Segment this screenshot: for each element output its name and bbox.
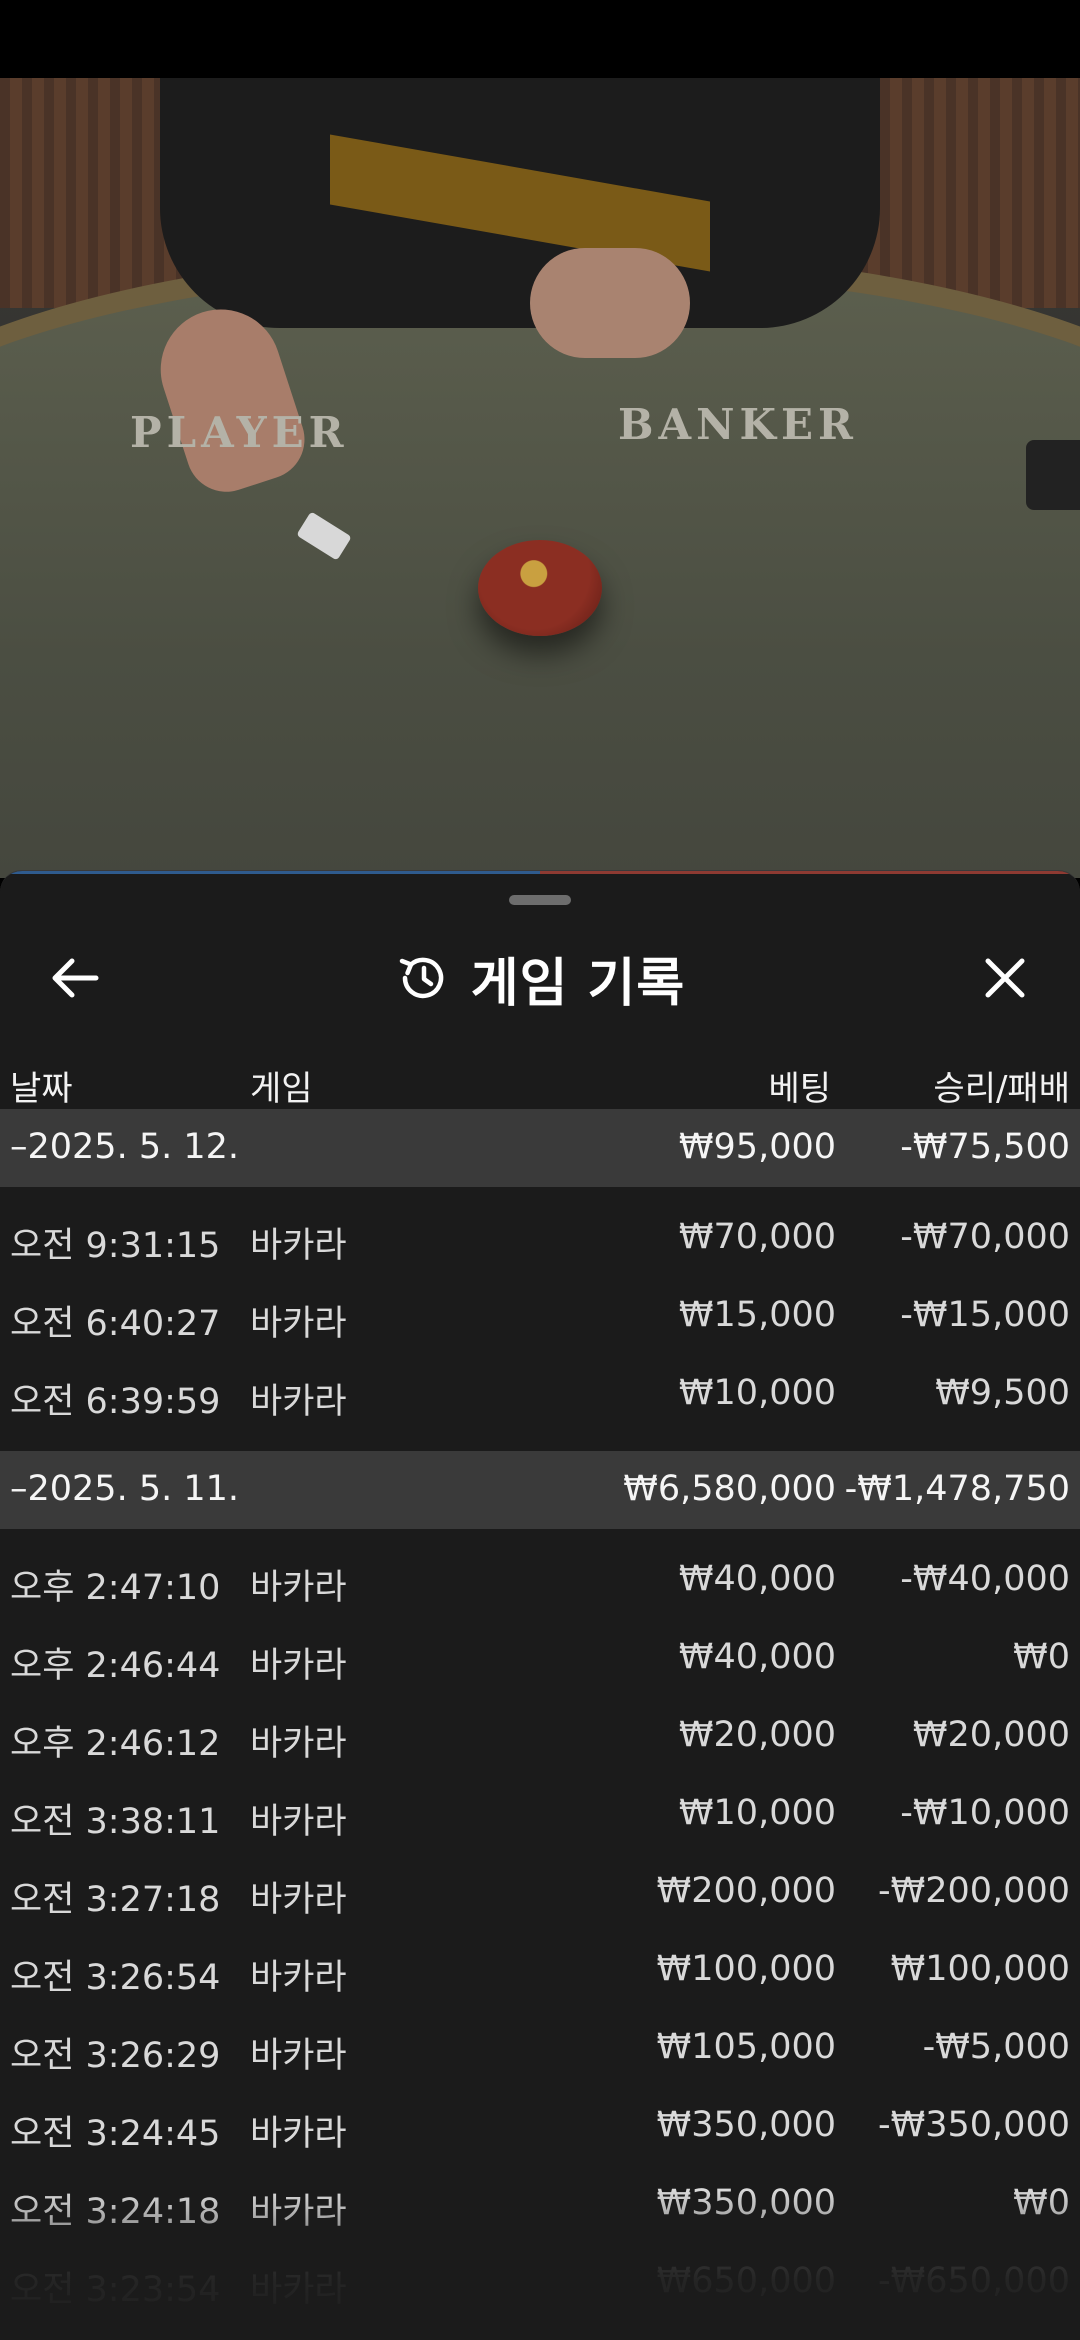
row-game: 바카라 <box>250 1226 347 1266</box>
row-result: -₩15,000 <box>900 1295 1070 1335</box>
row-bet: ₩105,000 <box>656 2027 836 2067</box>
column-header-date: 날짜 <box>10 1069 73 1109</box>
row-game: 바카라 <box>250 2114 347 2154</box>
row-bet: ₩350,000 <box>656 2105 836 2145</box>
row-game: 바카라 <box>250 1802 347 1842</box>
group-date: –2025. 5. 11. <box>10 1469 240 1509</box>
row-game: 바카라 <box>250 1646 347 1686</box>
row-time: 오후 2:46:12 <box>10 1724 221 1764</box>
table-bell <box>478 540 602 636</box>
group-total-bet: ₩6,580,000 <box>623 1469 836 1509</box>
column-header-bet: 베팅 <box>768 1069 831 1109</box>
row-game: 바카라 <box>250 1568 347 1608</box>
history-row[interactable]: 오전 3:24:45 바카라 ₩350,000 -₩350,000 <box>0 2085 1080 2163</box>
history-list[interactable]: –2025. 5. 12. ₩95,000 -₩75,500 오전 9:31:1… <box>0 1109 1080 2319</box>
date-group-header[interactable]: –2025. 5. 12. ₩95,000 -₩75,500 <box>0 1109 1080 1187</box>
close-button[interactable] <box>962 935 1048 1021</box>
game-history-panel: 게임 기록 날짜 게임 베팅 승리/패배 –2025. 5. 12. ₩95,0… <box>0 870 1080 2340</box>
row-game: 바카라 <box>250 1958 347 1998</box>
panel-header: 게임 기록 <box>0 923 1080 1033</box>
history-row[interactable]: 오전 3:38:11 바카라 ₩10,000 -₩10,000 <box>0 1773 1080 1851</box>
column-header-win-loss: 승리/패배 <box>933 1069 1070 1109</box>
dealer-hand-right <box>530 248 690 358</box>
row-time: 오전 3:26:54 <box>10 1958 221 1998</box>
row-bet: ₩350,000 <box>656 2183 836 2223</box>
row-bet: ₩100,000 <box>656 1949 836 1989</box>
row-bet: ₩10,000 <box>678 1793 836 1833</box>
group-total-result: -₩75,500 <box>900 1127 1070 1167</box>
row-result: -₩10,000 <box>900 1793 1070 1833</box>
row-time: 오전 6:40:27 <box>10 1304 221 1344</box>
row-result: -₩70,000 <box>900 1217 1070 1257</box>
row-result: ₩9,500 <box>935 1373 1070 1413</box>
row-bet: ₩20,000 <box>678 1715 836 1755</box>
history-row[interactable]: 오전 6:39:59 바카라 ₩10,000 ₩9,500 <box>0 1353 1080 1431</box>
row-result: -₩40,000 <box>900 1559 1070 1599</box>
row-result: ₩20,000 <box>912 1715 1070 1755</box>
history-row[interactable]: 오전 3:24:18 바카라 ₩350,000 ₩0 <box>0 2163 1080 2241</box>
row-time: 오전 3:27:18 <box>10 1880 221 1920</box>
row-time: 오전 3:26:29 <box>10 2036 221 2076</box>
row-bet: ₩40,000 <box>678 1559 836 1599</box>
panel-accent-left <box>0 871 540 874</box>
history-row[interactable]: 오전 9:31:15 바카라 ₩70,000 -₩70,000 <box>0 1197 1080 1275</box>
row-bet: ₩10,000 <box>678 1373 836 1413</box>
live-video-feed: PLAYER BANKER <box>0 78 1080 878</box>
row-result: -₩650,000 <box>878 2261 1070 2301</box>
panel-accent-right <box>540 871 1080 874</box>
row-bet: ₩15,000 <box>678 1295 836 1335</box>
row-time: 오전 3:24:45 <box>10 2114 221 2154</box>
banker-area-label: BANKER <box>618 400 858 449</box>
row-time: 오전 3:23:54 <box>10 2270 221 2310</box>
history-row[interactable]: 오전 3:23:54 바카라 ₩650,000 -₩650,000 <box>0 2241 1080 2319</box>
row-bet: ₩650,000 <box>656 2261 836 2301</box>
group-date: –2025. 5. 12. <box>10 1127 240 1167</box>
row-game: 바카라 <box>250 2270 347 2310</box>
row-result: ₩0 <box>1013 2183 1070 2223</box>
history-row[interactable]: 오후 2:46:44 바카라 ₩40,000 ₩0 <box>0 1617 1080 1695</box>
row-bet: ₩40,000 <box>678 1637 836 1677</box>
row-time: 오후 2:46:44 <box>10 1646 221 1686</box>
row-result: -₩5,000 <box>922 2027 1070 2067</box>
panel-title: 게임 기록 <box>470 953 686 1014</box>
date-group-header[interactable]: –2025. 5. 11. ₩6,580,000 -₩1,478,750 <box>0 1451 1080 1529</box>
row-time: 오전 3:24:18 <box>10 2192 221 2232</box>
drag-handle[interactable] <box>509 895 571 905</box>
row-result: ₩100,000 <box>890 1949 1070 1989</box>
history-row[interactable]: 오전 3:26:54 바카라 ₩100,000 ₩100,000 <box>0 1929 1080 2007</box>
panel-title-group: 게임 기록 <box>0 923 1080 1033</box>
row-time: 오전 3:38:11 <box>10 1802 221 1842</box>
history-icon <box>399 957 444 999</box>
group-total-bet: ₩95,000 <box>678 1127 836 1167</box>
row-bet: ₩200,000 <box>656 1871 836 1911</box>
row-result: -₩200,000 <box>878 1871 1070 1911</box>
close-icon <box>985 958 1025 998</box>
row-time: 오후 2:47:10 <box>10 1568 221 1608</box>
column-header-game: 게임 <box>250 1069 313 1109</box>
status-bar <box>0 0 1080 78</box>
row-time: 오전 6:39:59 <box>10 1382 221 1422</box>
row-game: 바카라 <box>250 2192 347 2232</box>
row-game: 바카라 <box>250 1304 347 1344</box>
row-bet: ₩70,000 <box>678 1217 836 1257</box>
row-time: 오전 9:31:15 <box>10 1226 221 1266</box>
row-result: ₩0 <box>1013 1637 1070 1677</box>
row-game: 바카라 <box>250 1724 347 1764</box>
history-row[interactable]: 오후 2:47:10 바카라 ₩40,000 -₩40,000 <box>0 1539 1080 1617</box>
card-shoe <box>1026 440 1080 510</box>
history-row[interactable]: 오전 3:27:18 바카라 ₩200,000 -₩200,000 <box>0 1851 1080 1929</box>
history-row[interactable]: 오전 6:40:27 바카라 ₩15,000 -₩15,000 <box>0 1275 1080 1353</box>
group-total-result: -₩1,478,750 <box>844 1469 1070 1509</box>
row-game: 바카라 <box>250 1382 347 1422</box>
history-row[interactable]: 오전 3:26:29 바카라 ₩105,000 -₩5,000 <box>0 2007 1080 2085</box>
row-game: 바카라 <box>250 1880 347 1920</box>
row-result: -₩350,000 <box>878 2105 1070 2145</box>
row-game: 바카라 <box>250 2036 347 2076</box>
player-area-label: PLAYER <box>130 408 349 457</box>
history-row[interactable]: 오후 2:46:12 바카라 ₩20,000 ₩20,000 <box>0 1695 1080 1773</box>
